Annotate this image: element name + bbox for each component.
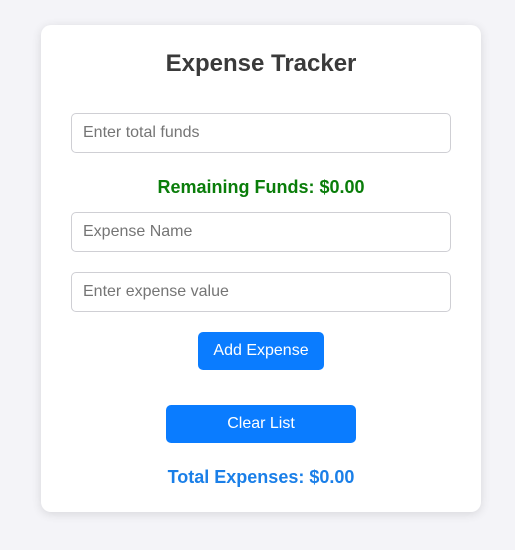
remaining-funds-label: Remaining Funds: $0.00 <box>157 177 365 197</box>
add-expense-button[interactable]: Add Expense <box>198 332 324 370</box>
page-title: Expense Tracker <box>165 50 357 77</box>
expense-tracker-card: Expense Tracker Remaining Funds: $0.00 A… <box>41 25 481 512</box>
expense-name-input[interactable] <box>71 212 451 252</box>
total-expenses-label: Total Expenses: $0.00 <box>167 467 355 487</box>
total-funds-input[interactable] <box>71 113 451 153</box>
clear-list-button[interactable]: Clear List <box>166 405 356 443</box>
expense-value-input[interactable] <box>71 272 451 312</box>
